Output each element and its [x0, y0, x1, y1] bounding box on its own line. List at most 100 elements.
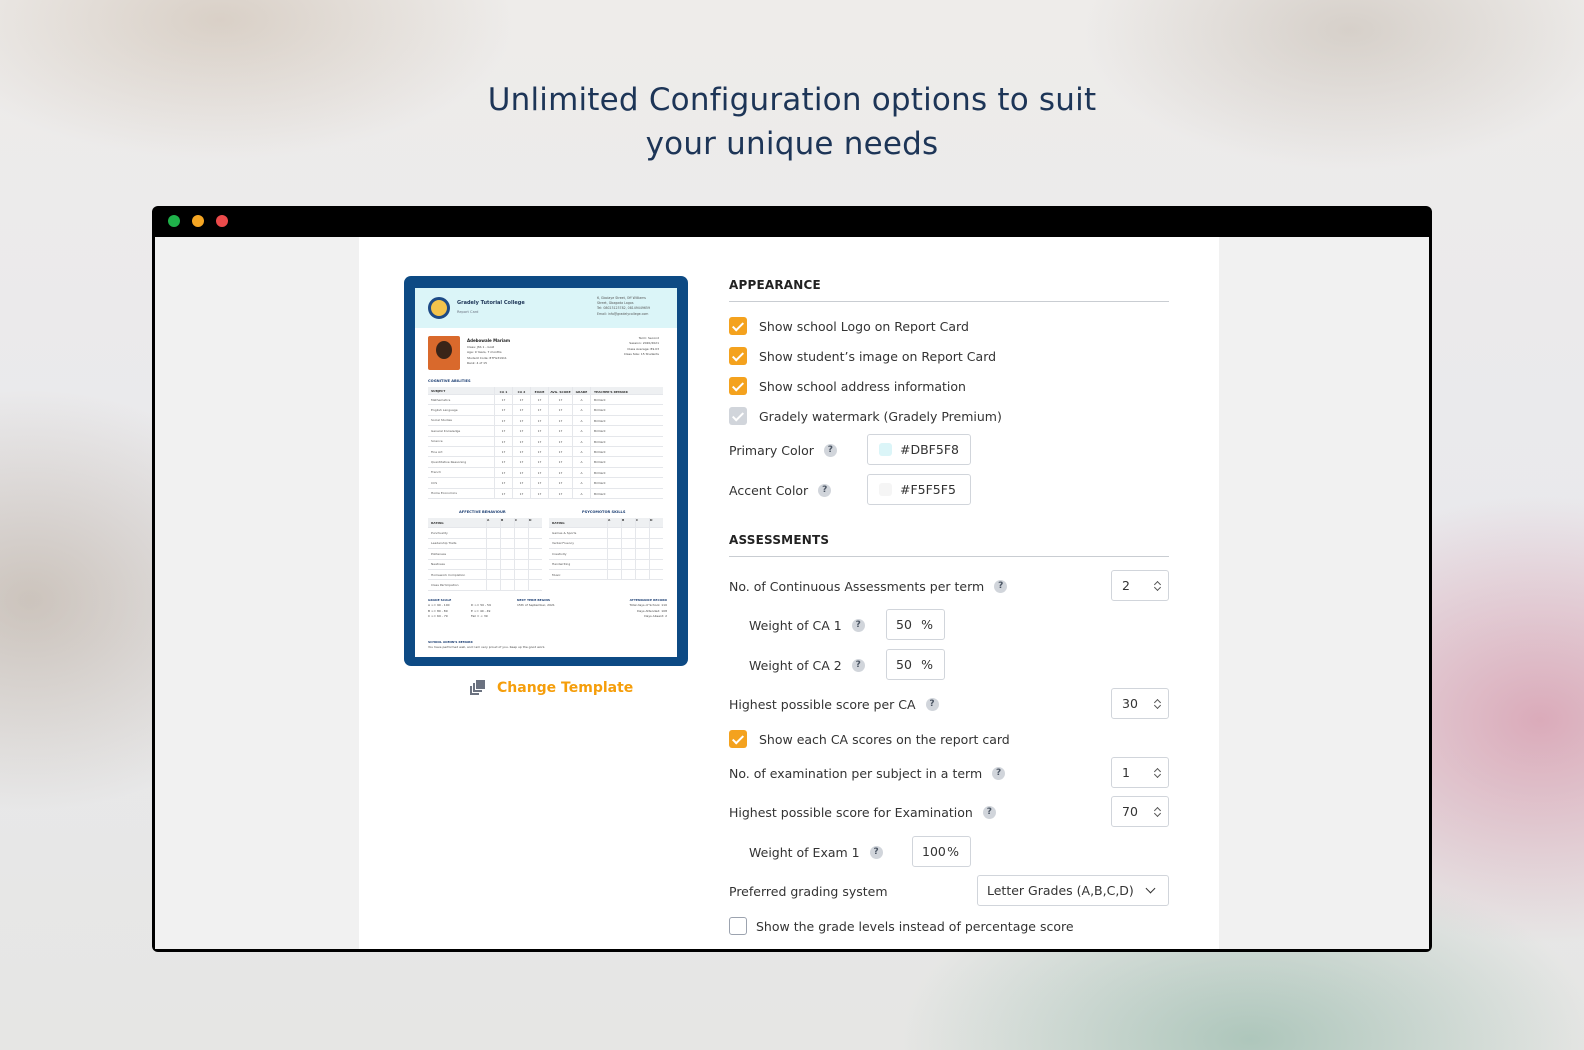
grading-select[interactable]: Letter Grades (A,B,C,D)	[977, 875, 1169, 906]
show-logo-option[interactable]: Show school Logo on Report Card	[729, 317, 969, 335]
weight-ca2-help-icon[interactable]: ?	[851, 659, 865, 672]
highest-exam-stepper[interactable]: 70	[1111, 796, 1169, 827]
rating-cell	[514, 569, 528, 580]
show-address-checkbox[interactable]	[729, 377, 747, 395]
rating-row: Creativity	[549, 549, 663, 560]
table-cell: Brilliant	[590, 467, 663, 478]
term-meta-line: Class Size: 15 Students	[623, 352, 659, 357]
headline-line-2: your unique needs	[645, 126, 939, 162]
num-exam-stepper[interactable]: 1	[1111, 757, 1169, 788]
assessments-divider	[729, 556, 1169, 557]
highest-exam-help-icon[interactable]: ?	[982, 806, 996, 819]
rating-item: Creativity	[552, 551, 567, 556]
show-logo-checkbox[interactable]	[729, 317, 747, 335]
student-name: Adebowale Mariam	[467, 338, 511, 343]
term-meta: Term: Second Session: 2020/2021 Class Av…	[624, 336, 659, 358]
rating-cell	[528, 549, 542, 559]
weight-exam1-help-icon[interactable]: ?	[869, 846, 883, 859]
show-image-checkbox[interactable]	[729, 347, 747, 365]
rating-cell	[607, 528, 621, 538]
rating-cell	[621, 569, 635, 580]
table-cell: Brilliant	[590, 395, 663, 405]
table-cell: 17	[512, 446, 530, 457]
window-yellow-dot-icon[interactable]	[192, 215, 204, 227]
primary-color-input[interactable]: #DBF5F8	[867, 434, 971, 465]
report-card-preview[interactable]: Gradely Tutorial College Report Card 6, …	[404, 276, 688, 666]
stepper-arrows-icon[interactable]	[1154, 698, 1161, 710]
table-cell: 17	[548, 426, 572, 436]
table-cell: French	[431, 470, 441, 475]
table-cell: 17	[548, 478, 572, 488]
window-red-dot-icon[interactable]	[216, 215, 228, 227]
table-cell: Home Economics	[431, 491, 457, 496]
change-template-button[interactable]: Change Template	[469, 679, 633, 696]
weight-ca2-input[interactable]: 50 %	[886, 649, 945, 680]
window-green-dot-icon[interactable]	[168, 215, 180, 227]
table-cell: 17	[494, 467, 512, 478]
highest-ca-stepper[interactable]: 30	[1111, 688, 1169, 719]
rating-cell	[621, 549, 635, 559]
app-window: Gradely Tutorial College Report Card 6, …	[152, 206, 1432, 952]
rating-cell	[528, 528, 542, 538]
primary-color-help-icon[interactable]: ?	[823, 444, 837, 457]
cognitive-section-title: COGNITIVE ABILITIES	[428, 379, 471, 383]
watermark-label: Gradely watermark (Gradely Premium)	[759, 408, 1002, 424]
stepper-arrows-icon[interactable]	[1154, 767, 1161, 779]
table-header-cell: RATING	[431, 520, 444, 525]
chevron-down-icon	[1145, 883, 1156, 894]
table-header-cell: C	[514, 518, 528, 528]
rating-item: Class Participation	[431, 583, 459, 588]
table-cell: 17	[548, 395, 572, 405]
highest-ca-help-icon[interactable]: ?	[925, 698, 939, 711]
rating-item: Verbal Fluency	[552, 541, 575, 546]
table-cell: 17	[548, 467, 572, 478]
admin-remark-text: You have performed well, and I am very p…	[428, 645, 546, 650]
show-grade-levels-checkbox[interactable]	[729, 917, 747, 935]
rating-cell	[514, 538, 528, 549]
rating-cell	[514, 528, 528, 538]
weight-exam1-input[interactable]: 100 %	[912, 836, 971, 867]
table-cell: 17	[530, 488, 548, 498]
show-ca-scores-checkbox[interactable]	[729, 730, 747, 748]
rating-cell	[649, 538, 663, 549]
cognitive-table-header: SUBJECT CA 1 CA 2 EXAM AVG. SCORE GRADE …	[428, 387, 663, 395]
affective-table-header: RATING A B C D	[428, 518, 542, 529]
rating-cell	[621, 528, 635, 538]
table-cell: Brilliant	[590, 436, 663, 446]
num-exam-value: 1	[1122, 765, 1130, 780]
highest-exam-row: Highest possible score for Examination ?	[729, 805, 996, 820]
table-header-cell: B	[500, 518, 514, 528]
show-address-option[interactable]: Show school address information	[729, 377, 966, 395]
table-cell: 17	[494, 436, 512, 446]
table-cell: A	[572, 436, 590, 446]
address-line: Email: info@gradelycollege.com	[597, 311, 649, 316]
rating-cell	[500, 580, 514, 590]
table-cell: 17	[530, 446, 548, 457]
weight-ca1-help-icon[interactable]: ?	[851, 619, 865, 632]
table-cell: CCS	[431, 480, 438, 485]
table-cell: 17	[530, 467, 548, 478]
accent-color-input[interactable]: #F5F5F5	[867, 474, 971, 505]
stepper-arrows-icon[interactable]	[1154, 580, 1161, 592]
rating-cell	[528, 538, 542, 549]
weight-ca2-value: 50	[896, 657, 912, 672]
show-image-option[interactable]: Show student’s image on Report Card	[729, 347, 996, 365]
table-header-cell: RATING	[552, 520, 565, 525]
primary-color-label: Primary Color	[729, 443, 814, 458]
num-ca-help-icon[interactable]: ?	[994, 580, 1008, 593]
num-ca-stepper[interactable]: 2	[1111, 570, 1169, 601]
stepper-arrows-icon[interactable]	[1154, 806, 1161, 818]
highest-exam-value: 70	[1122, 804, 1138, 819]
rating-cell	[528, 559, 542, 569]
admin-remark: SCHOOL ADMIN'S REMARK You have performed…	[428, 640, 545, 651]
weight-ca1-input[interactable]: 50 %	[886, 609, 945, 640]
show-ca-scores-option[interactable]: Show each CA scores on the report card	[729, 730, 1010, 748]
accent-color-swatch	[879, 483, 892, 496]
rating-item: Handwriting	[552, 562, 571, 567]
num-exam-help-icon[interactable]: ?	[992, 767, 1006, 780]
table-cell: 17	[530, 457, 548, 467]
show-grade-levels-option[interactable]: Show the grade levels instead of percent…	[729, 917, 1074, 935]
accent-color-help-icon[interactable]: ?	[818, 484, 832, 497]
rating-cell	[514, 559, 528, 569]
table-header-cell: C	[635, 518, 649, 528]
